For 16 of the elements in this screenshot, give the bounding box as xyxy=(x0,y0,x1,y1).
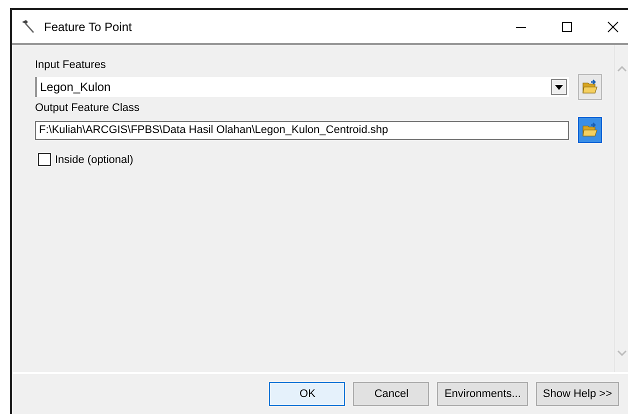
hammer-icon xyxy=(20,18,36,34)
maximize-icon[interactable] xyxy=(561,20,573,32)
dropdown-field[interactable]: Legon_Kulon xyxy=(35,77,569,97)
close-icon[interactable] xyxy=(607,20,619,32)
checkbox-label: Inside (optional) xyxy=(55,154,134,166)
dialog-button[interactable]: Environments... xyxy=(437,382,528,406)
field-label: Output Feature Class xyxy=(35,102,141,114)
browse-folder-icon[interactable] xyxy=(578,117,602,143)
text-field[interactable]: F:\Kuliah\ARCGIS\FPBS\Data Hasil Olahan\Legon_Kulon_Centroid.shp xyxy=(35,120,569,140)
field-label: Input Features xyxy=(35,59,107,71)
browse-folder-icon[interactable] xyxy=(578,74,602,100)
window-title: Feature To Point xyxy=(44,20,133,34)
dialog-button[interactable]: Show Help >> xyxy=(536,382,619,406)
dialog-button[interactable]: OK xyxy=(269,382,346,406)
dialog-button[interactable]: Cancel xyxy=(353,382,430,406)
checkbox[interactable] xyxy=(38,153,51,166)
